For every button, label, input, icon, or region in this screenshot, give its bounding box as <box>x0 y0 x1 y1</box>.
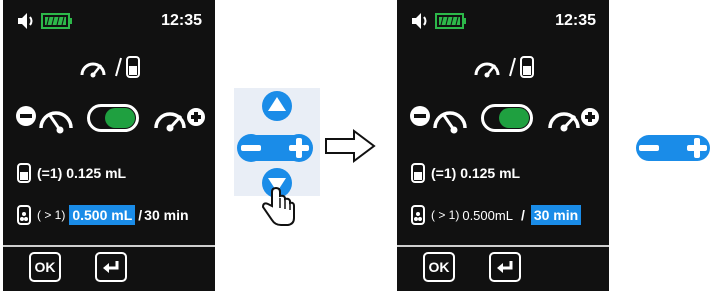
divider <box>397 245 609 247</box>
bolus-value: 0.125 mL <box>66 165 127 181</box>
minus-plus-keys[interactable] <box>237 134 313 162</box>
enter-button[interactable] <box>95 252 127 282</box>
meter-vial-mode-icon <box>474 56 534 78</box>
enter-button[interactable] <box>489 252 521 282</box>
toggle-switch[interactable] <box>87 104 139 132</box>
minus-icon <box>639 145 659 151</box>
clock: 12:35 <box>161 12 202 29</box>
vial-multi-icon <box>17 205 31 225</box>
rate-separator: / <box>138 207 143 223</box>
keypad-illustration <box>234 88 320 226</box>
rate-prefix: ( > 1) <box>431 208 460 222</box>
decrease-rate-icon <box>16 106 73 134</box>
bolus-value: 0.125 mL <box>460 165 521 181</box>
rate-separator: / <box>520 207 525 223</box>
rate-row: ( > 1) 0.500 mL / 30 min <box>17 203 189 227</box>
ok-button[interactable]: OK <box>29 252 61 282</box>
bolus-row: (=1) 0.125 mL <box>411 161 520 185</box>
rate-prefix: ( > 1) <box>37 208 66 222</box>
increase-rate-icon <box>548 108 599 132</box>
minus-plus-keys[interactable] <box>636 133 710 163</box>
rate-interval[interactable]: 30 min <box>144 207 188 223</box>
decrease-rate-icon <box>410 106 467 134</box>
increase-rate-icon <box>154 108 205 132</box>
enter-icon <box>103 261 119 273</box>
rate-amount-selected[interactable]: 0.500 mL <box>69 205 136 225</box>
rate-row: ( > 1) 0.500mL / 30 min <box>411 203 582 227</box>
rate-interval-selected[interactable]: 30 min <box>530 205 582 225</box>
vial-icon <box>17 163 31 183</box>
minus-icon <box>241 145 261 151</box>
up-button[interactable] <box>262 91 292 121</box>
arrow-right-icon <box>325 129 376 163</box>
device-screen-after: 12:35 (=1) 0.125 mL (> 1) 0.500mL / 30 … <box>397 0 609 291</box>
enter-icon <box>497 261 513 273</box>
bolus-prefix: (=1) <box>37 165 63 181</box>
speaker-icon <box>412 13 427 29</box>
bolus-prefix: (=1) <box>431 165 457 181</box>
speaker-icon <box>18 13 33 29</box>
divider <box>3 245 215 247</box>
device-screen-before: 12:35 (=1) 0.125 mL (> 1) 0.500 mL / 30… <box>3 0 215 291</box>
rate-amount[interactable]: 0.500mL <box>462 208 513 223</box>
ok-button[interactable]: OK <box>423 252 455 282</box>
bolus-row: (=1) 0.125 mL <box>17 161 126 185</box>
toggle-switch[interactable] <box>481 104 533 132</box>
battery-icon <box>435 13 466 29</box>
battery-icon <box>41 13 72 29</box>
vial-multi-icon <box>411 205 425 225</box>
clock: 12:35 <box>555 12 596 29</box>
vial-icon <box>411 163 425 183</box>
meter-vial-mode-icon <box>80 56 140 78</box>
